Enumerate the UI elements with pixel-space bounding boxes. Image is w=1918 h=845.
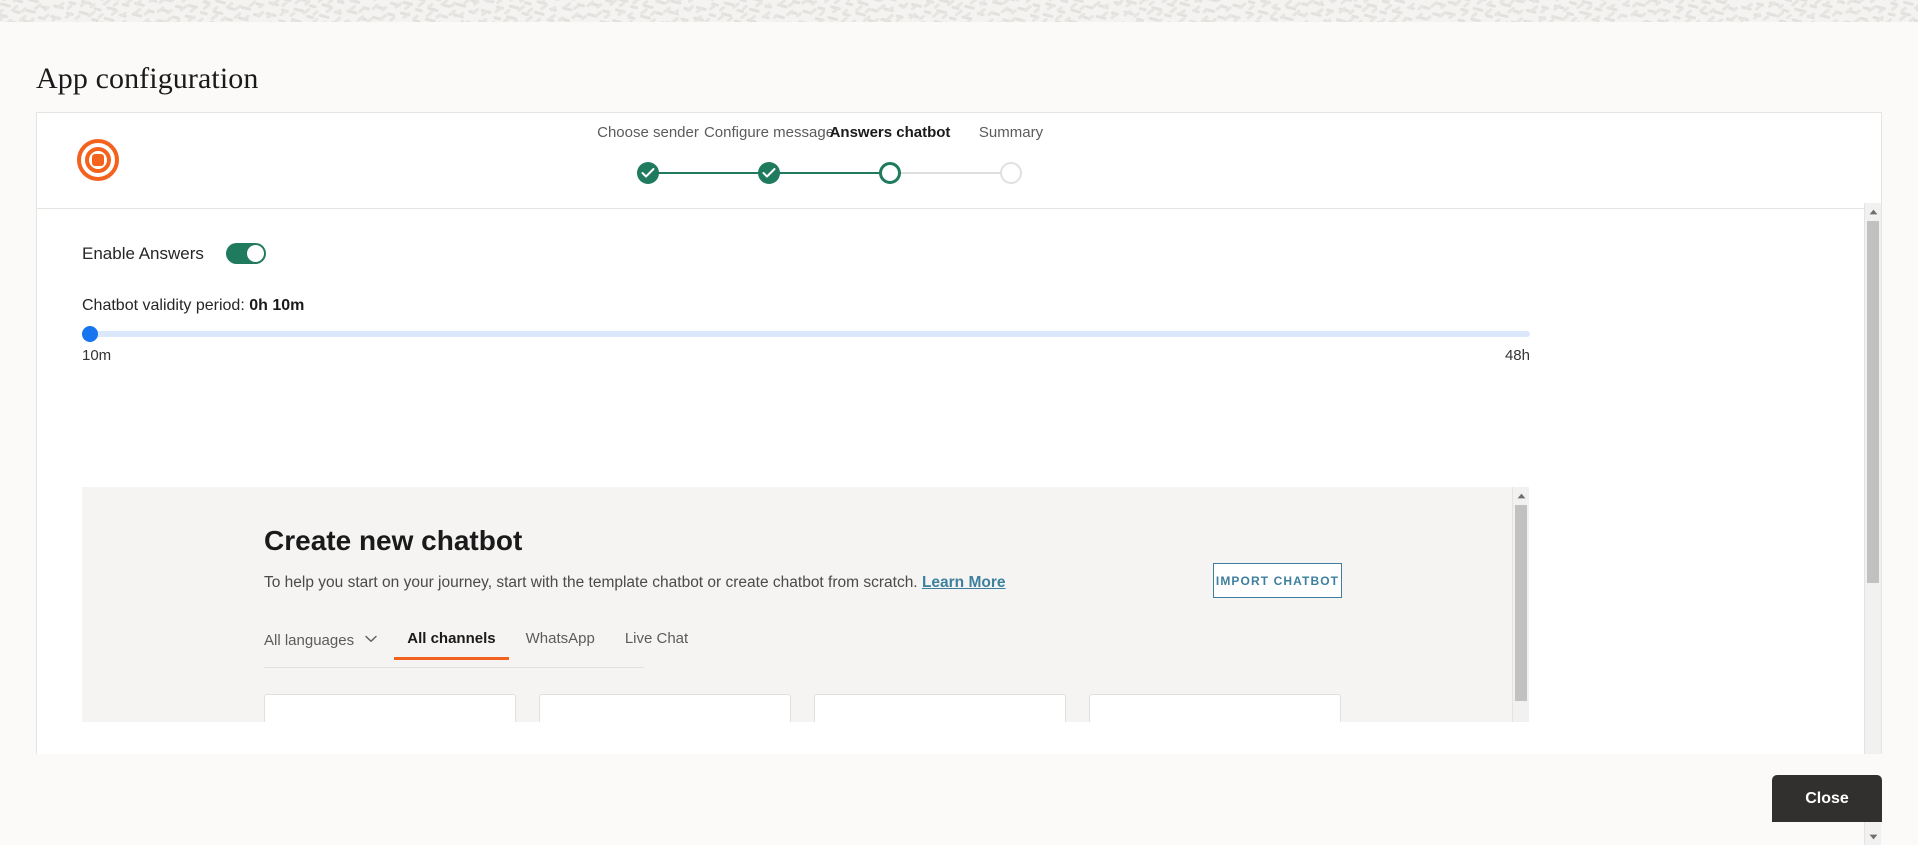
stepper-node-configure-message[interactable]	[758, 162, 780, 184]
template-card[interactable]	[1089, 694, 1341, 722]
tab-whatsapp[interactable]: WhatsApp	[526, 630, 595, 659]
template-card-strip	[264, 694, 1341, 722]
close-button[interactable]: Close	[1772, 775, 1882, 822]
slider-thumb[interactable]	[82, 326, 98, 342]
chatbot-filter-tabs: All languages All channels WhatsApp Live…	[264, 630, 688, 668]
template-card[interactable]	[264, 694, 516, 722]
stepper-node-choose-sender[interactable]	[637, 162, 659, 184]
slider-max-label: 48h	[1504, 347, 1530, 364]
page-scrollbar[interactable]	[1864, 203, 1881, 845]
inner-panel-scrollbar[interactable]	[1512, 487, 1529, 722]
toggle-knob	[246, 245, 264, 262]
language-dropdown-label: All languages	[264, 632, 355, 649]
enable-answers-row: Enable Answers	[82, 243, 266, 264]
check-icon	[641, 168, 655, 178]
import-chatbot-button[interactable]: IMPORT CHATBOT	[1213, 563, 1342, 598]
caret-down-icon[interactable]	[1865, 828, 1881, 845]
wizard-stepper: Choose sender Configure message Answers …	[597, 124, 1208, 200]
step-label-configure-message[interactable]: Configure message	[704, 124, 834, 141]
description-text: To help you start on your journey, start…	[264, 574, 922, 591]
app-configuration-card: Choose sender Configure message Answers …	[36, 112, 1882, 845]
stepper-connector-2	[769, 172, 890, 174]
step-label-answers-chatbot[interactable]: Answers chatbot	[830, 124, 951, 141]
validity-value: 0h 10m	[249, 297, 305, 314]
create-chatbot-panel: Create new chatbot To help you start on …	[82, 487, 1529, 722]
chatbot-validity-text: Chatbot validity period: 0h 10m	[82, 297, 304, 315]
validity-slider: 10m 48h	[82, 326, 1530, 364]
language-dropdown[interactable]: All languages	[264, 630, 377, 661]
step-label-choose-sender[interactable]: Choose sender	[597, 124, 699, 141]
stepper-connector-1	[648, 172, 769, 174]
step-label-summary[interactable]: Summary	[979, 124, 1043, 141]
slider-track[interactable]	[82, 326, 1530, 342]
page-root: App configuration Choose sender Configur…	[0, 22, 1918, 845]
target-bullseye-icon	[76, 138, 120, 182]
slider-range-labels: 10m 48h	[82, 347, 1530, 364]
create-chatbot-title: Create new chatbot	[264, 525, 523, 556]
caret-up-icon[interactable]	[1865, 203, 1881, 220]
check-icon	[762, 168, 776, 178]
stepper-track	[637, 162, 1208, 184]
template-card[interactable]	[539, 694, 791, 722]
tab-live-chat[interactable]: Live Chat	[625, 630, 688, 659]
chevron-down-icon	[365, 630, 377, 647]
page-title: App configuration	[36, 62, 259, 95]
decorative-texture-strip	[0, 0, 1918, 22]
validity-label: Chatbot validity period:	[82, 297, 250, 314]
stepper-connector-3	[890, 172, 1011, 174]
stepper-node-summary[interactable]	[1000, 162, 1022, 184]
enable-answers-label: Enable Answers	[82, 243, 204, 263]
template-card[interactable]	[814, 694, 1066, 722]
learn-more-link[interactable]: Learn More	[922, 574, 1006, 591]
create-chatbot-description: To help you start on your journey, start…	[264, 574, 1006, 592]
enable-answers-toggle[interactable]	[225, 243, 266, 264]
footer-bar: Close	[0, 754, 1918, 822]
inner-scrollbar-thumb[interactable]	[1515, 505, 1527, 701]
stepper-node-answers-chatbot[interactable]	[879, 162, 901, 184]
tab-all-channels[interactable]: All channels	[394, 630, 510, 660]
card-header: Choose sender Configure message Answers …	[37, 113, 1881, 209]
page-scrollbar-thumb[interactable]	[1867, 221, 1879, 583]
caret-up-icon[interactable]	[1513, 487, 1529, 504]
stepper-labels: Choose sender Configure message Answers …	[597, 124, 1208, 146]
slider-min-label: 10m	[82, 347, 112, 364]
